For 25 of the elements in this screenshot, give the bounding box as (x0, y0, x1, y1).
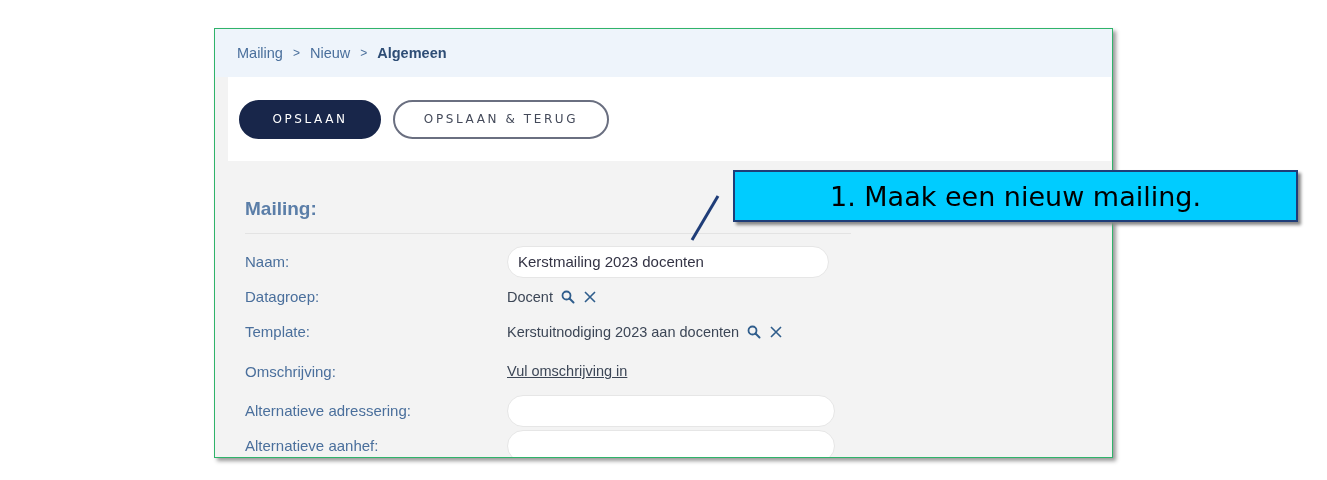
field-label: Alternatieve adressering: (245, 402, 412, 419)
close-icon[interactable] (582, 289, 597, 304)
search-icon[interactable] (747, 324, 762, 339)
breadcrumb-current: Algemeen (377, 45, 447, 61)
field-label: Datagroep: (245, 288, 321, 305)
field-label: Naam: (245, 253, 291, 270)
callout-text: 1. Maak een nieuw mailing. (733, 170, 1298, 222)
input-field[interactable] (507, 394, 835, 427)
field-value: Kerstuitnodiging 2023 aan docenten (507, 323, 740, 340)
input-field[interactable]: Kerstmailing 2023 docenten (507, 245, 829, 278)
breadcrumb-link[interactable]: Mailing (237, 45, 283, 61)
breadcrumb-separator: > (360, 46, 368, 60)
close-icon[interactable] (769, 324, 784, 339)
input-field[interactable] (507, 429, 835, 457)
field-value: Docent (507, 288, 553, 305)
breadcrumb-link[interactable]: Nieuw (309, 45, 351, 61)
field-label: Alternatieve aanhef: (245, 437, 380, 454)
save-button[interactable]: OPSLAAN (239, 99, 381, 139)
save-and-back-button[interactable]: OPSLAAN & TERUG (393, 99, 609, 139)
search-icon[interactable] (560, 289, 575, 304)
section-title: Mailing: (245, 197, 317, 221)
description-link[interactable]: Vul omschrijving in (507, 363, 1112, 379)
field-label: Template: (245, 323, 312, 340)
field-label: Omschrijving: (245, 362, 337, 380)
breadcrumb-separator: > (292, 46, 300, 60)
